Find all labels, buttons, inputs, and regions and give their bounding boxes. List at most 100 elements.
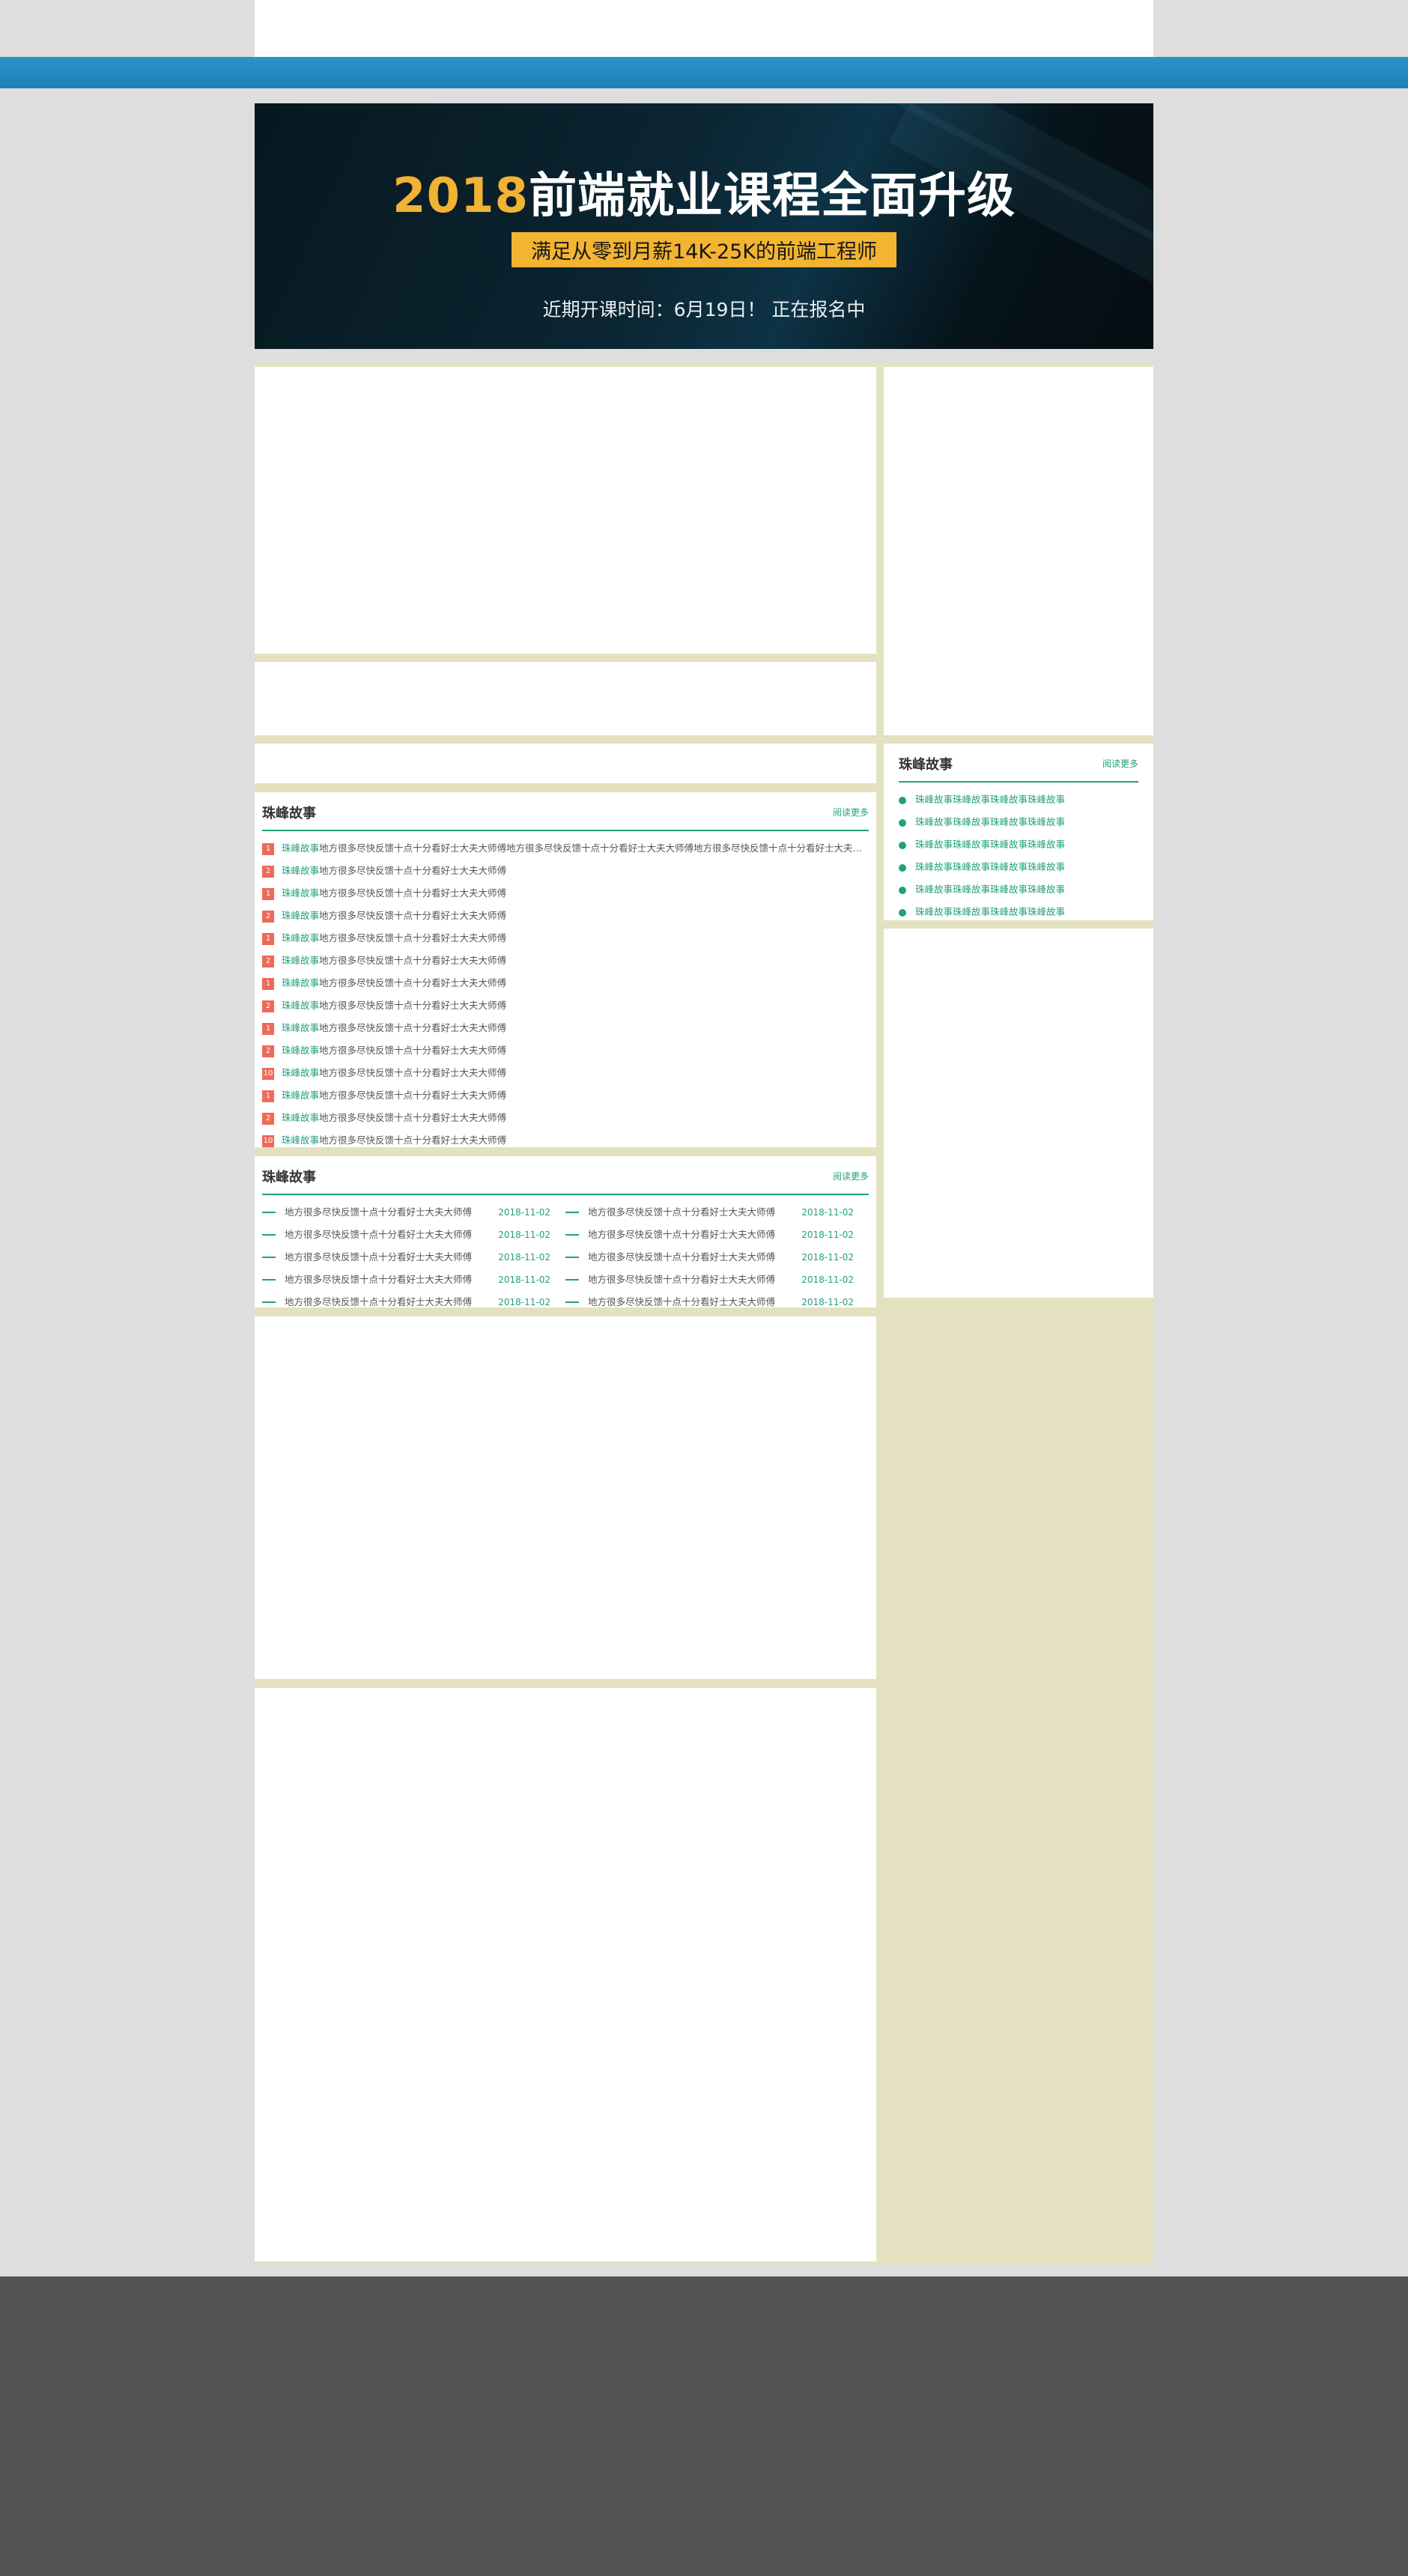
- news-item-date: 2018-11-02: [801, 1275, 854, 1285]
- side-panel-more-link[interactable]: 阅读更多: [1102, 757, 1138, 770]
- bullet-dot-icon: [899, 841, 906, 849]
- rank-item-text: 地方很多尽快反馈十点十分看好士大夫大师傅: [319, 1022, 507, 1033]
- rank-list-item[interactable]: 2 珠峰故事地方很多尽快反馈十点十分看好士大夫大师傅: [262, 994, 869, 1017]
- bullet-dot-icon: [899, 886, 906, 894]
- rank-item-text: 地方很多尽快反馈十点十分看好士大夫大师傅: [319, 932, 507, 944]
- news-item-date: 2018-11-02: [801, 1230, 854, 1240]
- news-item-date: 2018-11-02: [498, 1230, 550, 1240]
- side-item-text: 珠峰故事珠峰故事珠峰故事珠峰故事: [915, 906, 1066, 917]
- rank-item-tag: 珠峰故事: [282, 1134, 320, 1146]
- side-item-text: 珠峰故事珠峰故事珠峰故事珠峰故事: [915, 816, 1066, 827]
- rank-list-item[interactable]: 2 珠峰故事地方很多尽快反馈十点十分看好士大夫大师傅: [262, 860, 869, 882]
- rank-item-tag: 珠峰故事: [282, 1045, 320, 1056]
- rank-number-badge: 2: [262, 1000, 274, 1012]
- rank-number-badge: 10: [262, 1067, 274, 1080]
- news-item-date: 2018-11-02: [498, 1252, 550, 1263]
- rank-list-item[interactable]: 2 珠峰故事地方很多尽快反馈十点十分看好士大夫大师傅: [262, 905, 869, 927]
- side-list-item[interactable]: 珠峰故事珠峰故事珠峰故事珠峰故事: [899, 856, 1138, 878]
- right-block-3: [884, 929, 1153, 1298]
- rank-item-tag: 珠峰故事: [282, 910, 320, 921]
- rank-list-item[interactable]: 1 珠峰故事地方很多尽快反馈十点十分看好士大夫大师傅地方很多尽快反馈十点十分看好士…: [262, 837, 869, 860]
- side-item-text: 珠峰故事珠峰故事珠峰故事珠峰故事: [915, 884, 1066, 895]
- news-item[interactable]: 地方很多尽快反馈十点十分看好士大夫大师傅 2018-11-02: [565, 1291, 861, 1313]
- news-item[interactable]: 地方很多尽快反馈十点十分看好士大夫大师傅 2018-11-02: [262, 1201, 558, 1224]
- dash-icon: [565, 1301, 579, 1303]
- dash-icon: [262, 1279, 276, 1281]
- news-item[interactable]: 地方很多尽快反馈十点十分看好士大夫大师傅 2018-11-02: [262, 1269, 558, 1291]
- news-panel-more-link[interactable]: 阅读更多: [833, 1170, 869, 1182]
- banner-title-text: 前端就业课程全面升级: [529, 168, 1016, 224]
- rank-list-item[interactable]: 1 珠峰故事地方很多尽快反馈十点十分看好士大夫大师傅: [262, 972, 869, 994]
- news-row: 地方很多尽快反馈十点十分看好士大夫大师傅 2018-11-02 地方很多尽快反馈十点…: [262, 1224, 869, 1246]
- rank-panel-more-link[interactable]: 阅读更多: [833, 806, 869, 818]
- rank-item-text: 地方很多尽快反馈十点十分看好士大夫大师傅: [319, 1134, 507, 1146]
- news-item-date: 2018-11-02: [498, 1207, 550, 1218]
- side-panel-header: 珠峰故事 阅读更多: [899, 744, 1138, 783]
- side-list-item[interactable]: 珠峰故事珠峰故事珠峰故事珠峰故事: [899, 901, 1138, 923]
- rank-list-item[interactable]: 10 珠峰故事地方很多尽快反馈十点十分看好士大夫大师傅: [262, 1129, 869, 1152]
- news-row: 地方很多尽快反馈十点十分看好士大夫大师傅 2018-11-02 地方很多尽快反馈十点…: [262, 1291, 869, 1313]
- rank-number-badge: 2: [262, 1045, 274, 1057]
- dash-icon: [565, 1257, 579, 1258]
- news-item-date: 2018-11-02: [801, 1252, 854, 1263]
- rank-item-tag: 珠峰故事: [282, 842, 320, 854]
- banner-badge: 满足从零到月薪14K-25K的前端工程师: [511, 232, 897, 267]
- news-panel-title: 珠峰故事: [262, 1170, 316, 1185]
- side-list-item[interactable]: 珠峰故事珠峰故事珠峰故事珠峰故事: [899, 789, 1138, 811]
- rank-number-badge: 2: [262, 865, 274, 878]
- left-block-6: [255, 1316, 876, 1679]
- rank-list-item[interactable]: 2 珠峰故事地方很多尽快反馈十点十分看好士大夫大师傅: [262, 1039, 869, 1062]
- side-panel-title: 珠峰故事: [899, 757, 953, 773]
- top-header: [255, 0, 1153, 57]
- rank-item-text: 地方很多尽快反馈十点十分看好士大夫大师傅: [319, 1045, 507, 1056]
- news-item-title: 地方很多尽快反馈十点十分看好士大夫大师傅: [588, 1296, 776, 1307]
- rank-item-text: 地方很多尽快反馈十点十分看好士大夫大师傅: [319, 1112, 507, 1123]
- dash-icon: [262, 1257, 276, 1258]
- rank-list-item[interactable]: 2 珠峰故事地方很多尽快反馈十点十分看好士大夫大师傅: [262, 1107, 869, 1129]
- news-row: 地方很多尽快反馈十点十分看好士大夫大师傅 2018-11-02 地方很多尽快反馈十点…: [262, 1269, 869, 1291]
- rank-list-item[interactable]: 1 珠峰故事地方很多尽快反馈十点十分看好士大夫大师傅: [262, 882, 869, 905]
- news-item[interactable]: 地方很多尽快反馈十点十分看好士大夫大师傅 2018-11-02: [565, 1224, 861, 1246]
- rank-item-tag: 珠峰故事: [282, 865, 320, 876]
- rank-item-text: 地方很多尽快反馈十点十分看好士大夫大师傅: [319, 910, 507, 921]
- side-list-item[interactable]: 珠峰故事珠峰故事珠峰故事珠峰故事: [899, 833, 1138, 856]
- rank-list: 1 珠峰故事地方很多尽快反馈十点十分看好士大夫大师傅地方很多尽快反馈十点十分看好士…: [262, 837, 869, 1152]
- rank-number-badge: 2: [262, 955, 274, 967]
- dash-icon: [565, 1279, 579, 1281]
- rank-item-tag: 珠峰故事: [282, 1022, 320, 1033]
- rank-list-item[interactable]: 10 珠峰故事地方很多尽快反馈十点十分看好士大夫大师傅: [262, 1062, 869, 1084]
- rank-item-text: 地方很多尽快反馈十点十分看好士大夫大师傅: [319, 887, 507, 899]
- side-list-item[interactable]: 珠峰故事珠峰故事珠峰故事珠峰故事: [899, 878, 1138, 901]
- news-item[interactable]: 地方很多尽快反馈十点十分看好士大夫大师傅 2018-11-02: [565, 1269, 861, 1291]
- news-item-title: 地方很多尽快反馈十点十分看好士大夫大师傅: [588, 1251, 776, 1263]
- rank-list-item[interactable]: 1 珠峰故事地方很多尽快反馈十点十分看好士大夫大师傅: [262, 927, 869, 950]
- rank-number-badge: 1: [262, 1090, 274, 1102]
- rank-number-badge: 2: [262, 910, 274, 923]
- banner-date-line: 近期开课时间：6月19日！ 正在报名中: [542, 299, 866, 321]
- rank-item-tag: 珠峰故事: [282, 1000, 320, 1011]
- left-block-7: [255, 1688, 876, 2261]
- news-item[interactable]: 地方很多尽快反馈十点十分看好士大夫大师傅 2018-11-02: [262, 1224, 558, 1246]
- rank-list-item[interactable]: 2 珠峰故事地方很多尽快反馈十点十分看好士大夫大师傅: [262, 950, 869, 972]
- news-item-date: 2018-11-02: [498, 1297, 550, 1307]
- rank-number-badge: 1: [262, 842, 274, 855]
- news-list: 地方很多尽快反馈十点十分看好士大夫大师傅 2018-11-02 地方很多尽快反馈十点…: [262, 1201, 869, 1313]
- rank-panel-header: 珠峰故事 阅读更多: [262, 792, 869, 831]
- left-feature-block: [255, 367, 876, 654]
- course-banner[interactable]: 2018前端就业课程全面升级 满足从零到月薪14K-25K的前端工程师 近期开课…: [255, 103, 1153, 349]
- bullet-dot-icon: [899, 908, 906, 917]
- dash-icon: [262, 1301, 276, 1303]
- side-list-item[interactable]: 珠峰故事珠峰故事珠峰故事珠峰故事: [899, 811, 1138, 833]
- rank-item-text: 地方很多尽快反馈十点十分看好士大夫大师傅: [319, 1090, 507, 1101]
- news-item[interactable]: 地方很多尽快反馈十点十分看好士大夫大师傅 2018-11-02: [565, 1246, 861, 1269]
- rank-list-item[interactable]: 1 珠峰故事地方很多尽快反馈十点十分看好士大夫大师傅: [262, 1084, 869, 1107]
- news-item[interactable]: 地方很多尽快反馈十点十分看好士大夫大师傅 2018-11-02: [262, 1246, 558, 1269]
- news-item[interactable]: 地方很多尽快反馈十点十分看好士大夫大师傅 2018-11-02: [262, 1291, 558, 1313]
- rank-panel: 珠峰故事 阅读更多 1 珠峰故事地方很多尽快反馈十点十分看好士大夫大师傅地方很多尽…: [255, 792, 876, 1147]
- rank-list-item[interactable]: 1 珠峰故事地方很多尽快反馈十点十分看好士大夫大师傅: [262, 1017, 869, 1039]
- news-item-title: 地方很多尽快反馈十点十分看好士大夫大师傅: [588, 1206, 776, 1218]
- footer: [0, 2276, 1408, 2576]
- rank-item-tag: 珠峰故事: [282, 887, 320, 899]
- news-item-title: 地方很多尽快反馈十点十分看好士大夫大师傅: [588, 1274, 776, 1285]
- news-item[interactable]: 地方很多尽快反馈十点十分看好士大夫大师傅 2018-11-02: [565, 1201, 861, 1224]
